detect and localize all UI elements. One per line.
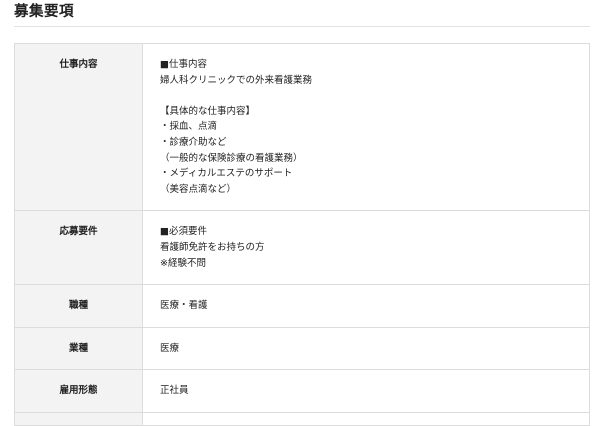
section-title: 募集要項 bbox=[14, 4, 74, 20]
row-value-industry: 医療 bbox=[142, 326, 590, 371]
table-row-partial bbox=[14, 411, 590, 426]
job-description-line: （一般的な保険診療の看護業務） bbox=[160, 152, 303, 164]
job-description-line: ・診療介助など bbox=[160, 136, 227, 148]
row-value-employment-type: 正社員 bbox=[142, 369, 590, 413]
table-row-employment-type: 雇用形態 正社員 bbox=[14, 369, 590, 413]
row-value-job-description: ■仕事内容 婦人科クリニックでの外来看護業務 【具体的な仕事内容】 ・採血、点滴… bbox=[142, 42, 590, 212]
row-value-partial bbox=[142, 411, 590, 426]
title-divider bbox=[14, 26, 590, 27]
job-description-line: ■仕事内容 bbox=[160, 59, 207, 70]
requirements-line: 看護師免許をお持ちの方 bbox=[160, 241, 265, 253]
row-label-occupation: 職種 bbox=[14, 284, 143, 328]
row-label-employment-type: 雇用形態 bbox=[14, 369, 143, 413]
table-row-industry: 業種 医療 bbox=[14, 326, 590, 371]
requirements-line: ■必須要件 bbox=[160, 226, 207, 238]
table-row-job-description: 仕事内容 ■仕事内容 婦人科クリニックでの外来看護業務 【具体的な仕事内容】 ・… bbox=[14, 42, 590, 212]
table-row-requirements: 応募要件 ■必須要件 看護師免許をお持ちの方 ※経験不問 bbox=[14, 210, 590, 286]
row-value-requirements: ■必須要件 看護師免許をお持ちの方 ※経験不問 bbox=[142, 210, 590, 286]
job-description-blank-line bbox=[160, 88, 588, 104]
job-description-line: 婦人科クリニックでの外来看護業務 bbox=[160, 74, 313, 86]
table-row-occupation: 職種 医療・看護 bbox=[14, 284, 590, 328]
requirements-table: 仕事内容 ■仕事内容 婦人科クリニックでの外来看護業務 【具体的な仕事内容】 ・… bbox=[14, 42, 590, 426]
row-label-industry: 業種 bbox=[14, 326, 143, 371]
row-label-requirements: 応募要件 bbox=[14, 210, 143, 286]
requirements-line: ※経験不問 bbox=[160, 257, 206, 269]
job-description-line: ・メディカルエステのサポート bbox=[160, 168, 293, 180]
row-value-occupation: 医療・看護 bbox=[142, 284, 590, 328]
job-description-line: ・採血、点滴 bbox=[160, 121, 218, 133]
job-description-line: （美容点滴など） bbox=[160, 183, 237, 195]
row-label-job-description: 仕事内容 bbox=[14, 42, 143, 212]
row-label-partial bbox=[14, 411, 143, 426]
job-description-line: 【具体的な仕事内容】 bbox=[160, 105, 256, 117]
